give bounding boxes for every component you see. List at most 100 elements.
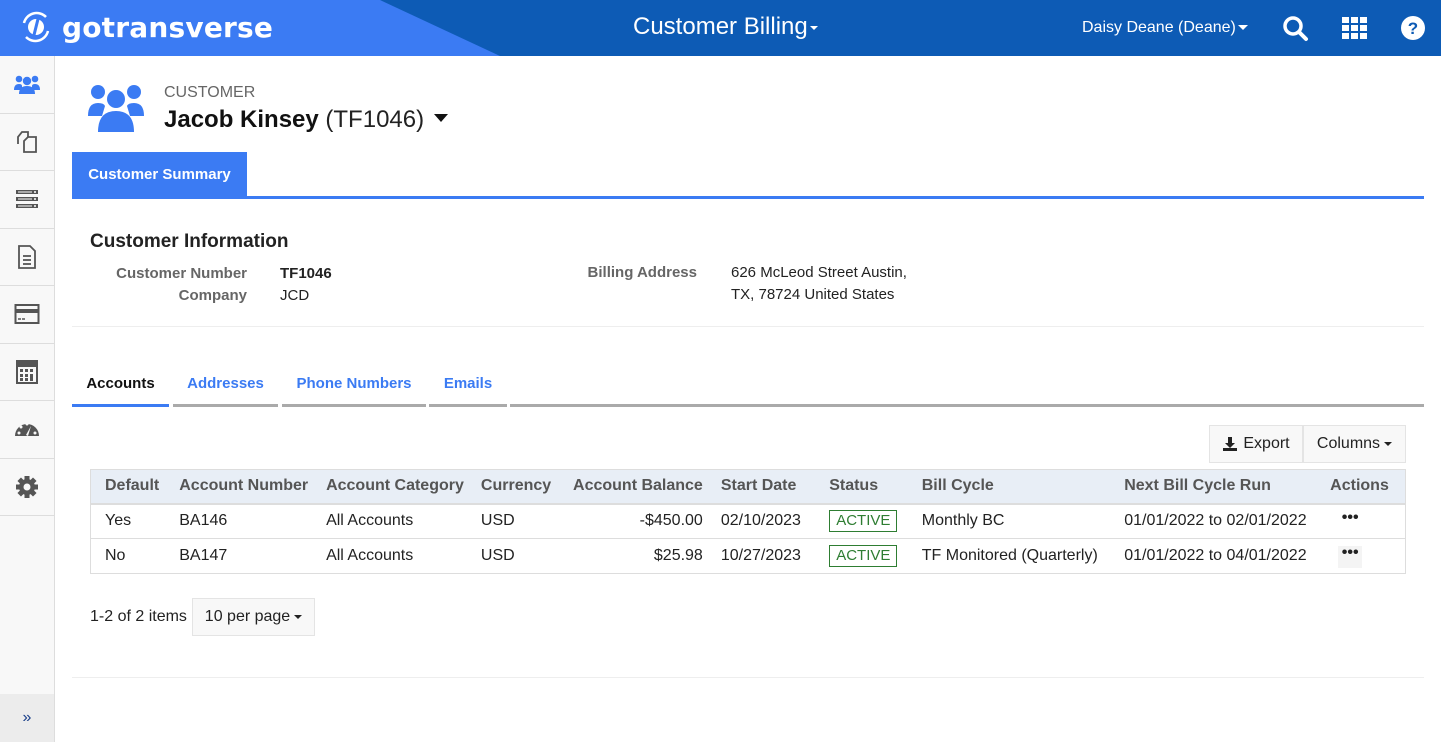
customer-code: (TF1046) [325, 106, 425, 133]
billing-address-line2: TX, 78724 United States [731, 286, 895, 303]
column-header-actions: Actions [1330, 469, 1406, 505]
sidebar-expand-button[interactable]: » [0, 694, 54, 742]
download-icon [1223, 437, 1238, 451]
cell-actions: ••• [1330, 503, 1406, 539]
cell-account-balance: -$450.00 [551, 503, 707, 539]
customer-number-value: TF1046 [280, 265, 332, 282]
cell-currency: USD [466, 503, 552, 539]
cell-account-number[interactable]: BA147 [165, 538, 313, 574]
app-switcher[interactable]: Customer Billing [633, 13, 818, 41]
cell-start-date: 10/27/2023 [706, 538, 816, 574]
column-header-start-date[interactable]: Start Date [706, 469, 816, 505]
column-header-status[interactable]: Status [815, 469, 908, 505]
apps-grid-icon[interactable] [1341, 14, 1369, 42]
per-page-label: 10 per page [204, 608, 291, 625]
sidebar-item-servers[interactable] [0, 171, 54, 229]
chevron-down-icon [1384, 442, 1393, 446]
company-value: JCD [280, 287, 310, 304]
cell-start-date: 02/10/2023 [706, 503, 816, 539]
customer-name-text: Jacob Kinsey [164, 106, 319, 133]
gear-icon [16, 475, 38, 498]
cell-currency: USD [466, 538, 552, 574]
column-header-bill-cycle[interactable]: Bill Cycle [907, 469, 1111, 505]
more-actions-icon[interactable]: ••• [1338, 545, 1363, 568]
sidebar-item-invoices[interactable] [0, 229, 54, 286]
status-badge: ACTIVE [829, 510, 898, 533]
help-icon[interactable]: ? [1400, 14, 1428, 42]
sub-tabs: Accounts Addresses Phone Numbers Emails [72, 363, 1424, 407]
customer-information-heading: Customer Information [90, 231, 289, 252]
chevron-down-icon [809, 25, 818, 30]
status-badge: ACTIVE [829, 545, 898, 567]
column-header-account-balance[interactable]: Account Balance [551, 469, 707, 505]
server-list-icon [16, 190, 38, 209]
table-row[interactable]: Yes BA146 All Accounts USD -$450.00 02/1… [90, 503, 1406, 539]
column-header-default[interactable]: Default [90, 469, 166, 505]
sidebar-item-documents[interactable] [0, 114, 54, 171]
export-button[interactable]: Export [1209, 425, 1303, 463]
billing-address-label: Billing Address [587, 264, 697, 281]
table-row[interactable]: No BA147 All Accounts USD $25.98 10/27/2… [90, 538, 1406, 574]
company-label: Company [178, 287, 247, 304]
users-icon [14, 75, 40, 95]
per-page-dropdown[interactable]: 10 per page [192, 598, 315, 636]
user-name: Daisy Deane (Deane) [1082, 19, 1236, 36]
copy-icon [17, 130, 37, 153]
double-chevron-right-icon: » [22, 709, 32, 726]
brand-name: gotransverse [62, 10, 274, 44]
column-header-currency[interactable]: Currency [466, 469, 552, 505]
customer-name: Jacob Kinsey (TF1046) [164, 106, 449, 134]
column-header-account-category[interactable]: Account Category [312, 469, 467, 505]
svg-text:?: ? [1408, 19, 1418, 38]
document-icon [18, 244, 36, 269]
tab-addresses[interactable]: Addresses [173, 363, 278, 407]
cell-account-balance: $25.98 [551, 538, 707, 574]
tab-bar-fill [510, 404, 1424, 407]
sidebar-item-customers[interactable] [0, 56, 54, 114]
cell-bill-cycle: Monthly BC [907, 503, 1111, 539]
sidebar-item-dashboard[interactable] [0, 401, 54, 459]
chevron-down-icon [294, 615, 303, 619]
more-actions-icon[interactable]: ••• [1338, 510, 1362, 533]
app-title: Customer Billing [633, 13, 808, 40]
cell-bill-cycle: TF Monitored (Quarterly) [907, 538, 1111, 574]
tab-customer-summary[interactable]: Customer Summary [72, 152, 247, 196]
sidebar-item-calculator[interactable] [0, 344, 54, 401]
tab-accounts[interactable]: Accounts [72, 363, 169, 407]
column-header-account-number[interactable]: Account Number [165, 469, 313, 505]
cell-account-category: All Accounts [312, 538, 467, 574]
export-label: Export [1243, 435, 1290, 452]
gotransverse-logo-icon [22, 11, 50, 43]
cell-actions: ••• [1330, 538, 1406, 574]
columns-button[interactable]: Columns [1303, 425, 1406, 463]
customer-header: CUSTOMER Jacob Kinsey (TF1046) [88, 82, 449, 134]
billing-address-line1: 626 McLeod Street Austin, [731, 264, 907, 281]
users-icon [88, 85, 144, 132]
search-icon[interactable] [1281, 14, 1309, 42]
columns-label: Columns [1316, 435, 1381, 452]
footer-divider [72, 677, 1424, 678]
sidebar-item-settings[interactable] [0, 459, 54, 516]
sidebar-item-payments[interactable] [0, 286, 54, 344]
cell-default: No [90, 538, 166, 574]
customer-number-label: Customer Number [116, 265, 247, 282]
table-header-row: Default Account Number Account Category … [90, 469, 1406, 505]
accounts-table: Default Account Number Account Category … [90, 469, 1406, 574]
cell-account-number[interactable]: BA146 [165, 503, 313, 539]
section-divider [72, 326, 1424, 327]
brand-logo[interactable]: gotransverse [18, 9, 273, 45]
top-navigation-bar: gotransverse Customer Billing Daisy Dean… [0, 0, 1441, 56]
customer-label: CUSTOMER [164, 84, 256, 101]
gauge-icon [15, 422, 39, 437]
tab-phone-numbers[interactable]: Phone Numbers [282, 363, 426, 407]
cell-status: ACTIVE [815, 538, 908, 574]
customer-switch-dropdown-icon[interactable] [434, 113, 449, 122]
credit-card-icon [14, 304, 40, 325]
tab-emails[interactable]: Emails [429, 363, 507, 407]
column-header-next-bill-cycle-run[interactable]: Next Bill Cycle Run [1110, 469, 1331, 505]
main-tabs: Customer Summary [72, 152, 1424, 199]
pagination-summary: 1-2 of 2 items [90, 608, 187, 625]
chevron-down-icon [1237, 25, 1248, 31]
cell-next-bill-cycle-run: 01/01/2022 to 02/01/2022 [1110, 503, 1331, 539]
user-menu[interactable]: Daisy Deane (Deane) [1082, 19, 1248, 37]
